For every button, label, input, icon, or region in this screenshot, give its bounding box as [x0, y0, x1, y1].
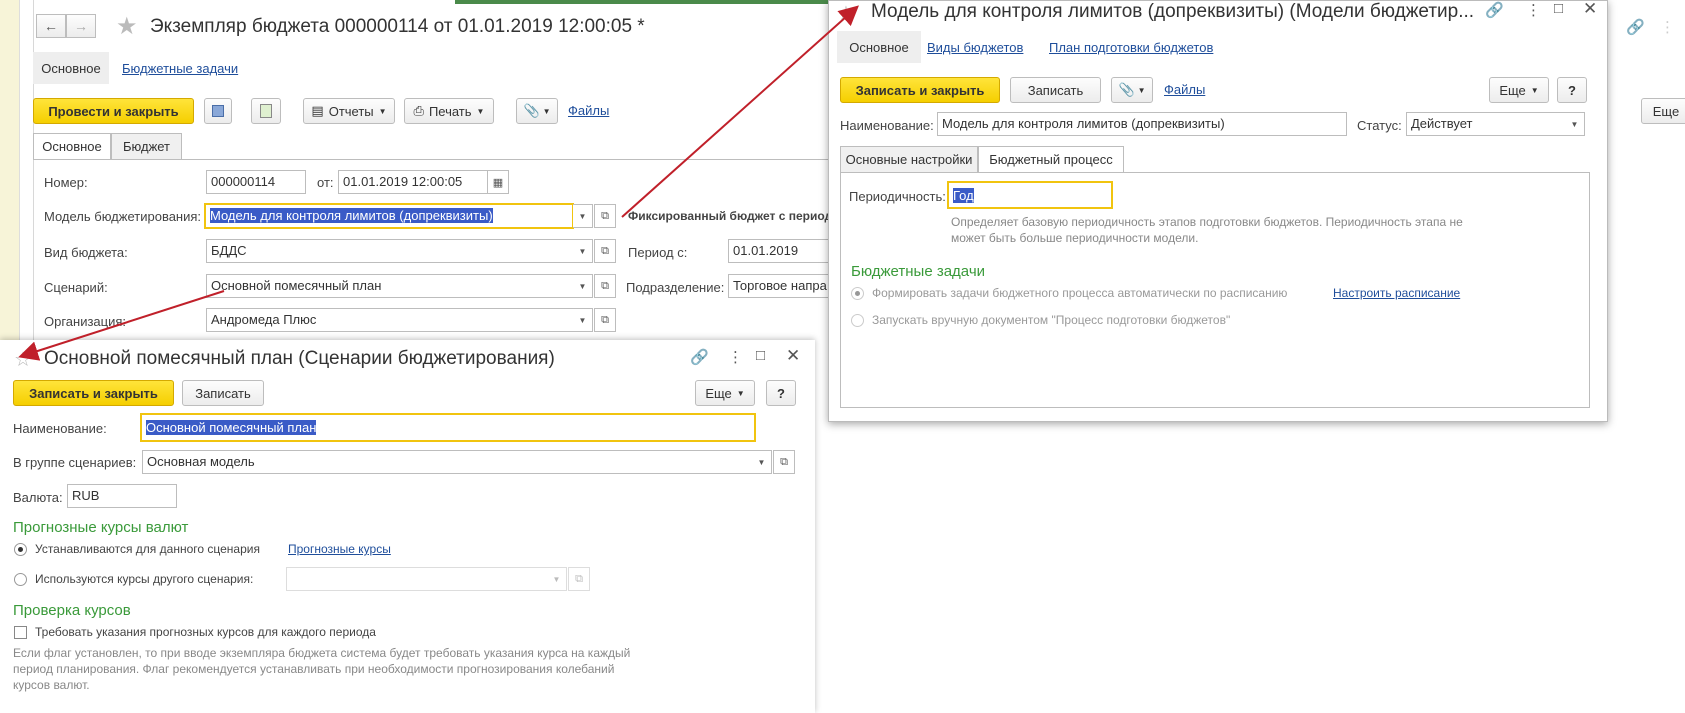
arrow-to-scenario-window — [18, 290, 225, 361]
annotation-arrows — [18, 5, 859, 361]
arrow-to-model-window — [621, 5, 859, 218]
